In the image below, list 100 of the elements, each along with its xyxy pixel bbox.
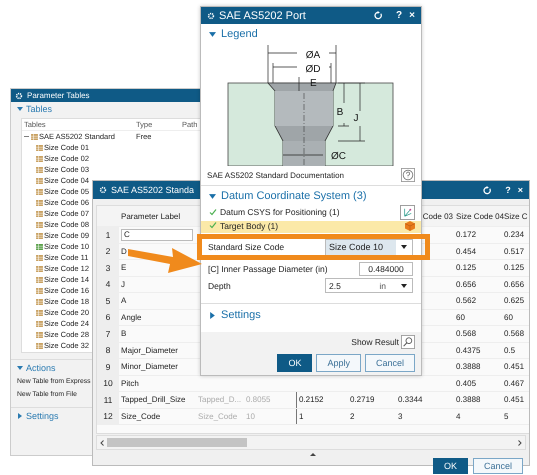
horizontal-scrollbar[interactable] xyxy=(96,435,526,450)
expand-icon[interactable] xyxy=(17,413,23,419)
dialog-button[interactable]: OK xyxy=(432,458,468,474)
column-header: Size Code 04 xyxy=(456,212,504,220)
section-header[interactable]: Settings xyxy=(221,309,261,321)
dimension-label: ØA xyxy=(306,50,320,61)
table-cell: 60 xyxy=(456,312,465,322)
expand-icon[interactable] xyxy=(17,365,23,371)
row-number: 9 xyxy=(97,359,119,374)
field-label: Standard Size Code xyxy=(208,242,284,252)
field-label: Depth xyxy=(208,280,231,290)
table-cell: Tapped_Drill_Size xyxy=(121,395,186,404)
help-icon[interactable] xyxy=(401,168,415,182)
reset-icon[interactable] xyxy=(483,186,492,194)
selection-row[interactable]: Target Body (1) xyxy=(201,221,421,233)
documentation-link[interactable]: SAE AS5202 Standard Documentation xyxy=(207,170,344,180)
search-icon[interactable] xyxy=(401,335,415,349)
cube-icon[interactable] xyxy=(405,221,415,231)
title-bar-button[interactable]: ? xyxy=(396,10,402,21)
section-header[interactable]: Datum Coordinate System (3) xyxy=(221,190,366,202)
table-cell: 2 xyxy=(350,412,354,421)
table-cell: 0.3888 xyxy=(456,395,480,404)
table-cell: 0.454 xyxy=(456,246,476,256)
table-cell: 0.3344 xyxy=(398,395,422,404)
title-bar-button[interactable]: × xyxy=(409,10,415,21)
section-header[interactable]: Actions xyxy=(26,363,56,373)
collapse-toggle-icon[interactable] xyxy=(24,134,29,139)
table-cell: 0.451 xyxy=(504,395,524,404)
table-cell: 0.125 xyxy=(456,263,476,272)
dialog-title: SAE AS5202 Standa xyxy=(111,185,194,195)
panel-title: Parameter Tables xyxy=(27,91,90,100)
row-number: 8 xyxy=(97,342,119,358)
reset-icon[interactable] xyxy=(374,11,384,20)
table-cell: 5 xyxy=(504,412,508,421)
table-cell: 0.3888 xyxy=(456,362,480,372)
table-cell: 0.8055 xyxy=(246,395,270,404)
table-cell: 10 xyxy=(246,412,255,421)
table-cell: 0.568 xyxy=(504,329,524,338)
size-code-dropdown[interactable]: Size Code 10 xyxy=(325,238,413,256)
table-cell: 0.625 xyxy=(504,296,524,306)
table-cell: Angle xyxy=(121,312,142,322)
table-cell: D xyxy=(121,246,127,256)
section-header[interactable]: Legend xyxy=(221,28,258,40)
row-number: 1 xyxy=(97,227,119,242)
table-cell: Size_Code xyxy=(198,412,238,421)
column-header: Parameter Label xyxy=(121,212,180,220)
table-cell: 0.2152 xyxy=(299,395,324,404)
table-cell: J xyxy=(121,280,125,289)
column-header: Size C xyxy=(504,212,528,220)
chevron-right-icon[interactable] xyxy=(518,440,522,446)
table-cell: 0.656 xyxy=(504,280,524,289)
selection-row[interactable]: Datum CSYS for Positioning (1) xyxy=(201,203,421,221)
table-cell: Pitch xyxy=(121,378,139,388)
row-number: 11 xyxy=(97,392,119,408)
section-header[interactable]: Settings xyxy=(26,411,59,421)
row-number: 7 xyxy=(97,326,119,342)
row-number: 4 xyxy=(97,276,119,292)
depth-input[interactable]: 2.5 in xyxy=(325,278,413,293)
dimension-label: ØD xyxy=(306,64,320,75)
dialog-title: SAE AS5202 Port xyxy=(219,10,306,22)
table-cell: 0.451 xyxy=(504,362,524,372)
table-cell: 0.2719 xyxy=(350,395,374,404)
axes-icon[interactable] xyxy=(400,204,415,220)
dialog-button[interactable]: Apply xyxy=(316,354,361,372)
table-cell: 0.172 xyxy=(456,230,476,240)
dimension-label: J xyxy=(354,113,358,124)
table-cell: 0.562 xyxy=(456,296,476,306)
table-cell: Size_Code xyxy=(121,412,160,421)
title-bar-button[interactable]: ? xyxy=(505,185,511,195)
expand-icon[interactable] xyxy=(209,30,216,38)
collapse-arrow-icon[interactable] xyxy=(310,452,316,456)
title-bar-button[interactable]: × xyxy=(518,185,523,195)
settings-icon[interactable] xyxy=(207,12,215,20)
row-number: 10 xyxy=(97,376,119,391)
caret-icon xyxy=(401,245,407,249)
table-cell: 4 xyxy=(456,412,460,421)
table-cell: Major_Diameter xyxy=(121,346,178,355)
table-cell: 3 xyxy=(398,412,402,421)
row-number: 3 xyxy=(97,260,119,276)
settings-icon[interactable] xyxy=(15,92,23,100)
dialog-button[interactable]: Cancel xyxy=(364,354,415,372)
table-cell: 0.517 xyxy=(504,246,524,256)
table-cell: 0.5 xyxy=(504,346,516,355)
chevron-left-icon[interactable] xyxy=(100,440,104,446)
table-cell: 0.234 xyxy=(504,230,524,240)
column-header: Code 03 xyxy=(422,212,453,220)
table-cell: 1 xyxy=(299,412,304,421)
table-cell-input[interactable]: C xyxy=(121,228,193,241)
section-header[interactable]: Tables xyxy=(26,104,52,114)
expand-icon[interactable] xyxy=(209,312,216,318)
dialog-button[interactable]: OK xyxy=(277,354,312,372)
settings-icon[interactable] xyxy=(99,186,107,194)
expand-icon[interactable] xyxy=(17,106,23,112)
table-cell: Tapped_D... xyxy=(198,395,242,404)
dialog-button[interactable]: Cancel xyxy=(472,458,523,474)
expand-icon[interactable] xyxy=(209,192,216,200)
table-cell: 0.405 xyxy=(456,378,476,388)
row-number: 6 xyxy=(97,310,119,325)
input-field[interactable]: 0.484000 xyxy=(359,262,413,276)
row-number: 12 xyxy=(97,408,119,424)
